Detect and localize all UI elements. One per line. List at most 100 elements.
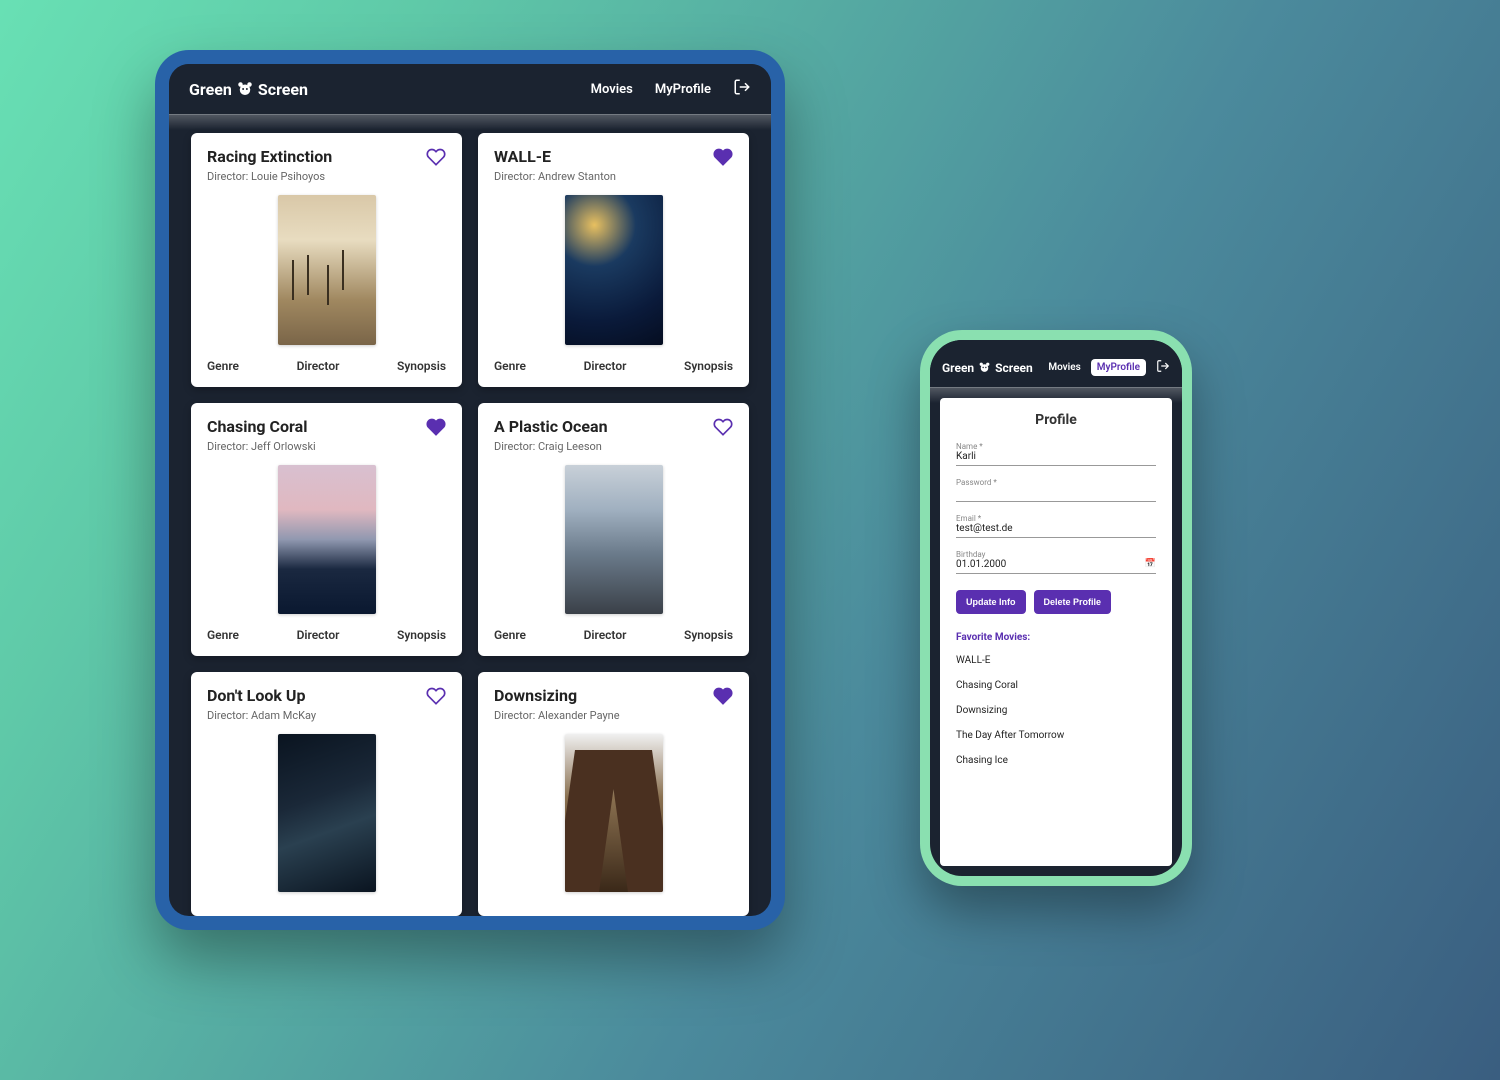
nav-right: Movies MyProfile <box>591 78 751 100</box>
director-link[interactable]: Director <box>584 628 627 642</box>
email-field[interactable]: Email * test@test.de <box>956 514 1156 538</box>
email-label: Email * <box>956 514 1156 523</box>
navbar: Green Screen Movies MyProfile <box>930 340 1182 388</box>
movie-card[interactable]: A Plastic Ocean Director: Craig Leeson Gen… <box>478 403 749 657</box>
movie-title: Racing Extinction <box>207 147 332 166</box>
tablet-screen: Green Screen Movies MyProfile Racing Ext… <box>169 64 771 916</box>
brand[interactable]: Green Screen <box>189 80 308 99</box>
synopsis-link[interactable]: Synopsis <box>684 628 733 642</box>
favorite-movie-item[interactable]: Downsizing <box>956 705 1156 716</box>
movie-card[interactable]: WALL-E Director: Andrew Stanton Genre Direc… <box>478 133 749 387</box>
synopsis-link[interactable]: Synopsis <box>397 628 446 642</box>
movie-poster[interactable] <box>278 734 376 892</box>
movie-director: Director: Louie Psihoyos <box>207 170 332 183</box>
brand-text-1: Green <box>189 80 232 99</box>
favorites-heading: Favorite Movies: <box>956 632 1156 643</box>
nav-movies[interactable]: Movies <box>1048 362 1080 373</box>
favorite-heart-icon[interactable] <box>426 417 446 441</box>
card-header: A Plastic Ocean Director: Craig Leeson <box>494 417 733 453</box>
logout-icon[interactable] <box>733 78 751 100</box>
password-value <box>956 487 1156 499</box>
synopsis-link[interactable]: Synopsis <box>397 359 446 373</box>
favorites-list: WALL-E Chasing Coral Downsizing The Day Aft… <box>956 655 1156 766</box>
movie-card[interactable]: Downsizing Director: Alexander Payne <box>478 672 749 916</box>
favorite-heart-icon[interactable] <box>713 417 733 441</box>
profile-buttons: Update Info Delete Profile <box>956 590 1156 614</box>
favorite-heart-icon[interactable] <box>426 147 446 171</box>
profile-heading: Profile <box>956 412 1156 428</box>
card-footer: Genre Director Synopsis <box>207 624 446 642</box>
name-value: Karli <box>956 451 1156 463</box>
movie-poster[interactable] <box>278 195 376 345</box>
movie-title: Chasing Coral <box>207 417 316 436</box>
movie-card[interactable]: Racing Extinction Director: Louie Psihoyo… <box>191 133 462 387</box>
movie-title: Don't Look Up <box>207 686 316 705</box>
movie-poster[interactable] <box>565 734 663 892</box>
movie-director: Director: Alexander Payne <box>494 709 620 722</box>
favorite-movie-item[interactable]: WALL-E <box>956 655 1156 666</box>
director-link[interactable]: Director <box>584 359 627 373</box>
nav-right: Movies MyProfile <box>1048 358 1170 377</box>
name-field[interactable]: Name * Karli <box>956 442 1156 466</box>
favorite-movie-item[interactable]: Chasing Coral <box>956 680 1156 691</box>
movie-director: Director: Craig Leeson <box>494 440 608 453</box>
card-footer: Genre Director Synopsis <box>494 355 733 373</box>
card-header: Chasing Coral Director: Jeff Orlowski <box>207 417 446 453</box>
genre-link[interactable]: Genre <box>207 359 239 373</box>
movie-director: Director: Andrew Stanton <box>494 170 616 183</box>
movie-director: Director: Jeff Orlowski <box>207 440 316 453</box>
panda-icon <box>978 361 991 374</box>
favorite-movie-item[interactable]: Chasing Ice <box>956 755 1156 766</box>
genre-link[interactable]: Genre <box>494 359 526 373</box>
brand-text-2: Screen <box>995 361 1033 375</box>
delete-profile-button[interactable]: Delete Profile <box>1034 590 1112 614</box>
brand-text-2: Screen <box>258 80 308 99</box>
director-link[interactable]: Director <box>297 359 340 373</box>
card-footer: Genre Director Synopsis <box>494 624 733 642</box>
director-link[interactable]: Director <box>297 628 340 642</box>
movie-title: Downsizing <box>494 686 620 705</box>
brand[interactable]: Green Screen <box>942 361 1033 375</box>
movie-title: WALL-E <box>494 147 616 166</box>
movies-grid: Racing Extinction Director: Louie Psihoyo… <box>169 115 771 916</box>
movie-poster[interactable] <box>278 465 376 615</box>
genre-link[interactable]: Genre <box>494 628 526 642</box>
movie-poster[interactable] <box>565 195 663 345</box>
card-footer: Genre Director Synopsis <box>207 355 446 373</box>
birthday-value: 01.01.2000 <box>956 559 1156 571</box>
nav-profile[interactable]: MyProfile <box>1091 359 1146 376</box>
movie-card[interactable]: Don't Look Up Director: Adam McKay <box>191 672 462 916</box>
favorite-movie-item[interactable]: The Day After Tomorrow <box>956 730 1156 741</box>
logout-icon[interactable] <box>1156 358 1170 377</box>
synopsis-link[interactable]: Synopsis <box>684 359 733 373</box>
birthday-label: Birthday <box>956 550 1156 559</box>
birthday-field[interactable]: Birthday 01.01.2000 📅 <box>956 550 1156 574</box>
card-header: Downsizing Director: Alexander Payne <box>494 686 733 722</box>
name-label: Name * <box>956 442 1156 451</box>
movie-title: A Plastic Ocean <box>494 417 608 436</box>
favorite-heart-icon[interactable] <box>713 686 733 710</box>
movie-director: Director: Adam McKay <box>207 709 316 722</box>
profile-panel: Profile Name * Karli Password * Email * … <box>940 398 1172 866</box>
email-value: test@test.de <box>956 523 1156 535</box>
phone-screen: Green Screen Movies MyProfile Profile Na… <box>930 340 1182 876</box>
password-label: Password * <box>956 478 1156 487</box>
panda-icon <box>236 80 254 98</box>
favorite-heart-icon[interactable] <box>426 686 446 710</box>
phone-device-frame: Green Screen Movies MyProfile Profile Na… <box>920 330 1192 886</box>
update-info-button[interactable]: Update Info <box>956 590 1026 614</box>
genre-link[interactable]: Genre <box>207 628 239 642</box>
card-header: Racing Extinction Director: Louie Psihoyo… <box>207 147 446 183</box>
card-header: Don't Look Up Director: Adam McKay <box>207 686 446 722</box>
movie-card[interactable]: Chasing Coral Director: Jeff Orlowski Genr… <box>191 403 462 657</box>
card-header: WALL-E Director: Andrew Stanton <box>494 147 733 183</box>
nav-movies[interactable]: Movies <box>591 82 633 97</box>
navbar: Green Screen Movies MyProfile <box>169 64 771 115</box>
tablet-device-frame: Green Screen Movies MyProfile Racing Ext… <box>155 50 785 930</box>
favorite-heart-icon[interactable] <box>713 147 733 171</box>
brand-text-1: Green <box>942 361 974 375</box>
password-field[interactable]: Password * <box>956 478 1156 502</box>
nav-profile[interactable]: MyProfile <box>655 82 711 97</box>
movie-poster[interactable] <box>565 465 663 615</box>
calendar-icon[interactable]: 📅 <box>1145 559 1156 569</box>
